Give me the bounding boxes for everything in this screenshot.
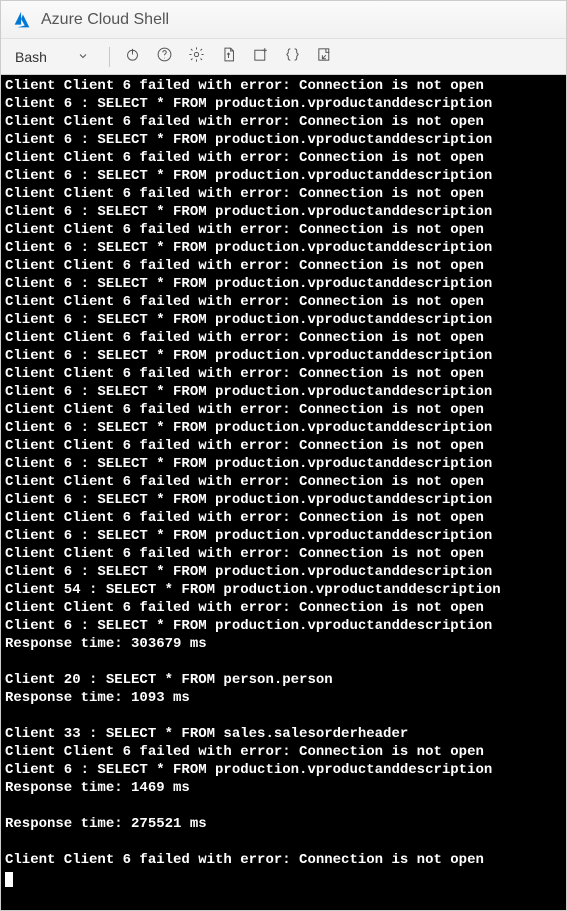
terminal-line: Client 6 : SELECT * FROM production.vpro… (5, 239, 562, 257)
terminal-line: Response time: 303679 ms (5, 635, 562, 653)
terminal-line: Client Client 6 failed with error: Conne… (5, 599, 562, 617)
terminal-output[interactable]: Client Client 6 failed with error: Conne… (1, 75, 566, 910)
titlebar: Azure Cloud Shell (1, 1, 566, 39)
terminal-line (5, 653, 562, 671)
terminal-line: Client 33 : SELECT * FROM sales.salesord… (5, 725, 562, 743)
terminal-cursor-line (5, 869, 562, 887)
terminal-line: Client 6 : SELECT * FROM production.vpro… (5, 203, 562, 221)
terminal-line: Client 6 : SELECT * FROM production.vpro… (5, 131, 562, 149)
terminal-line: Client Client 6 failed with error: Conne… (5, 473, 562, 491)
terminal-line: Client 6 : SELECT * FROM production.vpro… (5, 95, 562, 113)
preview-icon (316, 46, 333, 68)
new-window-icon (252, 46, 269, 68)
terminal-line: Client 6 : SELECT * FROM production.vpro… (5, 275, 562, 293)
terminal-line: Client Client 6 failed with error: Conne… (5, 149, 562, 167)
window-title: Azure Cloud Shell (41, 11, 169, 29)
help-icon (156, 46, 173, 68)
chevron-down-icon (77, 49, 89, 65)
terminal-line: Response time: 275521 ms (5, 815, 562, 833)
terminal-line: Response time: 1469 ms (5, 779, 562, 797)
terminal-line: Client 6 : SELECT * FROM production.vpro… (5, 761, 562, 779)
terminal-line: Client Client 6 failed with error: Conne… (5, 401, 562, 419)
terminal-line: Client 6 : SELECT * FROM production.vpro… (5, 419, 562, 437)
terminal-line: Client Client 6 failed with error: Conne… (5, 743, 562, 761)
file-updown-icon (220, 46, 237, 68)
terminal-line (5, 707, 562, 725)
terminal-line: Response time: 1093 ms (5, 689, 562, 707)
shell-label: Bash (15, 49, 47, 65)
shell-selector[interactable]: Bash (9, 44, 97, 70)
braces-icon (284, 46, 301, 68)
gear-icon (188, 46, 205, 68)
editor-button[interactable] (278, 42, 308, 72)
terminal-line: Client Client 6 failed with error: Conne… (5, 77, 562, 95)
restart-button[interactable] (118, 42, 148, 72)
terminal-line: Client 6 : SELECT * FROM production.vpro… (5, 311, 562, 329)
terminal-line: Client Client 6 failed with error: Conne… (5, 293, 562, 311)
upload-download-button[interactable] (214, 42, 244, 72)
terminal-line: Client 6 : SELECT * FROM production.vpro… (5, 167, 562, 185)
cursor (5, 872, 13, 887)
terminal-line: Client Client 6 failed with error: Conne… (5, 185, 562, 203)
terminal-line: Client 6 : SELECT * FROM production.vpro… (5, 563, 562, 581)
terminal-line: Client Client 6 failed with error: Conne… (5, 113, 562, 131)
terminal-line: Client Client 6 failed with error: Conne… (5, 509, 562, 527)
terminal-line: Client Client 6 failed with error: Conne… (5, 329, 562, 347)
terminal-line: Client 6 : SELECT * FROM production.vpro… (5, 527, 562, 545)
terminal-line: Client Client 6 failed with error: Conne… (5, 545, 562, 563)
terminal-line: Client 6 : SELECT * FROM production.vpro… (5, 347, 562, 365)
settings-button[interactable] (182, 42, 212, 72)
toolbar: Bash (1, 39, 566, 75)
terminal-line (5, 797, 562, 815)
open-port-button[interactable] (310, 42, 340, 72)
terminal-line (5, 833, 562, 851)
terminal-line: Client 6 : SELECT * FROM production.vpro… (5, 491, 562, 509)
terminal-line: Client 54 : SELECT * FROM production.vpr… (5, 581, 562, 599)
terminal-line: Client Client 6 failed with error: Conne… (5, 257, 562, 275)
help-button[interactable] (150, 42, 180, 72)
terminal-line: Client 6 : SELECT * FROM production.vpro… (5, 455, 562, 473)
azure-logo-icon (11, 9, 33, 31)
terminal-line: Client Client 6 failed with error: Conne… (5, 365, 562, 383)
terminal-line: Client Client 6 failed with error: Conne… (5, 851, 562, 869)
divider (109, 47, 110, 67)
power-icon (124, 46, 141, 68)
terminal-line: Client Client 6 failed with error: Conne… (5, 221, 562, 239)
terminal-line: Client Client 6 failed with error: Conne… (5, 437, 562, 455)
new-session-button[interactable] (246, 42, 276, 72)
terminal-line: Client 20 : SELECT * FROM person.person (5, 671, 562, 689)
terminal-line: Client 6 : SELECT * FROM production.vpro… (5, 383, 562, 401)
terminal-line: Client 6 : SELECT * FROM production.vpro… (5, 617, 562, 635)
